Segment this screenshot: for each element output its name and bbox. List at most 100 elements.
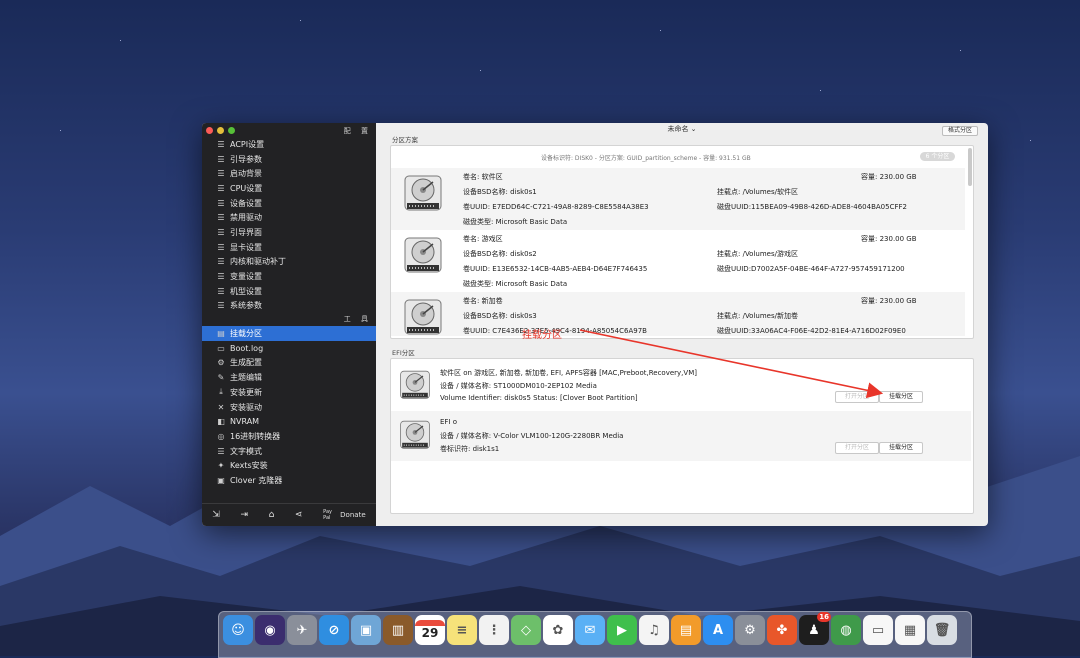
disk-icon: ▤: [217, 329, 225, 339]
sidebar-item[interactable]: ☰ 引导界面: [202, 225, 376, 240]
partitions-scrollbar[interactable]: [968, 148, 972, 186]
music-icon[interactable]: ♫: [639, 615, 669, 645]
title-bar: 未命名 ⌄ 格式分区: [376, 123, 988, 136]
sidebar-item[interactable]: ☰ 变量设置: [202, 269, 376, 284]
sidebar-item[interactable]: ☰ 引导参数: [202, 152, 376, 167]
open-partition-button[interactable]: 打开分区: [835, 442, 879, 454]
sidebar-item[interactable]: ☰ 内核和驱动补丁: [202, 255, 376, 270]
notes-icon[interactable]: ≡: [447, 615, 477, 645]
sidebar-item-label: 引导参数: [230, 154, 262, 164]
volume-card[interactable]: 卷名: 游戏区 容量: 230.00 GB 设备BSD名称: disk0s2 挂载点:…: [391, 230, 965, 292]
volume-name: 卷名: 软件区: [463, 173, 503, 181]
clover-icon[interactable]: ✤: [767, 615, 797, 645]
disk-uuid: 磁盘UUID:D7002A5F-04BE-464F-A727-957459171…: [717, 265, 905, 273]
document-icon[interactable]: ▭: [863, 615, 893, 645]
ball-icon[interactable]: ◍: [831, 615, 861, 645]
sidebar-item-label: 挂载分区: [230, 329, 262, 339]
sidebar-item[interactable]: ☰ ACPI设置: [202, 137, 376, 152]
sidebar-item-label: NVRAM: [230, 417, 260, 427]
sidebar-item[interactable]: ▤ 挂载分区: [202, 326, 376, 341]
close-button[interactable]: [206, 127, 213, 134]
volume-card[interactable]: 卷名: 软件区 容量: 230.00 GB 设备BSD名称: disk0s1 挂载点:…: [391, 168, 965, 230]
sidebar-item-label: 引导界面: [230, 227, 262, 237]
sidebar-item[interactable]: ✦ Kexts安装: [202, 458, 376, 473]
sidebar-item[interactable]: ✎ 主题编辑: [202, 370, 376, 385]
settings-icon[interactable]: ⚙: [735, 615, 765, 645]
text-icon: ☰: [217, 446, 225, 456]
finder-icon[interactable]: ☺: [223, 615, 253, 645]
appstore-icon[interactable]: A: [703, 615, 733, 645]
mount-partition-button[interactable]: 挂载分区: [879, 391, 923, 403]
volume-name: 卷名: 新加卷: [463, 297, 503, 305]
sidebar-item-label: 生成配置: [230, 358, 262, 368]
sidebar-item[interactable]: ✕ 安装驱动: [202, 400, 376, 415]
trash-icon[interactable]: 🗑: [927, 615, 957, 645]
sidebar-item[interactable]: ☰ CPU设置: [202, 181, 376, 196]
messages-icon[interactable]: ✉: [575, 615, 605, 645]
sidebar-item[interactable]: ▣ Clover 克隆器: [202, 473, 376, 488]
open-partition-button[interactable]: 打开分区: [835, 391, 879, 403]
sidebar-item[interactable]: ☰ 设备设置: [202, 196, 376, 211]
notebook-icon[interactable]: ▥: [383, 615, 413, 645]
donate-button[interactable]: Pay Pal Donate: [323, 509, 365, 521]
list-icon: ☰: [217, 213, 225, 223]
sidebar-item[interactable]: ◎ 16进制转换器: [202, 429, 376, 444]
export-icon[interactable]: ⇥: [240, 510, 248, 520]
sidebar-item[interactable]: ☰ 启动背景: [202, 166, 376, 181]
volume-bsd-name: 设备BSD名称: disk0s2: [463, 250, 537, 258]
sidebar-item[interactable]: ◧ NVRAM: [202, 414, 376, 429]
efi-panel: 软件区 on 游戏区, 新加卷, 新加卷, EFI, APFS容器 [MAC,P…: [390, 358, 974, 514]
home-icon[interactable]: ⌂: [269, 510, 275, 520]
preview-icon[interactable]: ▣: [351, 615, 381, 645]
sidebar-item[interactable]: ⤓ 安装更新: [202, 385, 376, 400]
launchpad-icon[interactable]: ✈: [287, 615, 317, 645]
sidebar-bottom-bar: ⇲ ⇥ ⌂ ⋖ Pay Pal Donate: [202, 503, 376, 526]
volume-bsd-name: 设备BSD名称: disk0s1: [463, 188, 537, 196]
minimize-button[interactable]: [217, 127, 224, 134]
calendar-icon[interactable]: 29: [415, 615, 445, 645]
books-icon[interactable]: ▤: [671, 615, 701, 645]
efi-card[interactable]: 软件区 on 游戏区, 新加卷, 新加卷, EFI, APFS容器 [MAC,P…: [391, 361, 971, 411]
sidebar-item[interactable]: ▭ Boot.log: [202, 341, 376, 356]
volume-card[interactable]: 卷名: 新加卷 容量: 230.00 GB 设备BSD名称: disk0s3 挂载点:…: [391, 292, 965, 336]
sidebar-item[interactable]: ☰ 系统参数: [202, 299, 376, 314]
window-title[interactable]: 未命名 ⌄: [667, 125, 696, 133]
share-icon[interactable]: ⋖: [295, 510, 303, 520]
device-info: 设备标识符: DISK0 - 分区方案: GUID_partition_sche…: [541, 155, 751, 162]
sidebar-item-label: 内核和驱动补丁: [230, 257, 286, 267]
zoom-button[interactable]: [228, 127, 235, 134]
volume-capacity: 容量: 230.00 GB: [861, 173, 917, 181]
disk-uuid: 磁盘UUID:115BEA09-49B8-426D-ADE8-4604BA05C…: [717, 203, 907, 211]
mount-partition-button[interactable]: 挂载分区: [879, 442, 923, 454]
siri-icon[interactable]: ◉: [255, 615, 285, 645]
config-section-header: 配 置: [343, 127, 372, 135]
list-icon: ☰: [217, 183, 225, 193]
volume-type: 磁盘类型: Microsoft Basic Data: [463, 280, 568, 288]
format-partition-button[interactable]: 格式分区: [942, 126, 978, 136]
sidebar-item-label: 显卡设置: [230, 242, 262, 252]
facetime-icon[interactable]: ▶: [607, 615, 637, 645]
photos-icon[interactable]: ✿: [543, 615, 573, 645]
sidebar-item[interactable]: ⚙ 生成配置: [202, 356, 376, 371]
sidebar-item[interactable]: ☰ 文字模式: [202, 444, 376, 459]
efi-media-name: 设备 / 媒体名称: V-Color VLM100-120G-2280BR Me…: [440, 432, 624, 440]
efi-card[interactable]: EFI o 设备 / 媒体名称: V-Color VLM100-120G-2280…: [391, 411, 971, 461]
maps-icon[interactable]: ◇: [511, 615, 541, 645]
sidebar-item-label: Clover 克隆器: [230, 475, 283, 485]
list-icon: ☰: [217, 169, 225, 179]
sidebar-item-label: 安装驱动: [230, 402, 262, 412]
qq-icon[interactable]: ♟ 16: [799, 612, 831, 645]
import-icon[interactable]: ⇲: [212, 510, 220, 520]
clover-configurator-window: 配 置 ☰ ACPI设置 ☰ 引导参数 ☰ 启动背景 ☰ CPU设置 ☰ 设备设置 ☰ 禁用驱动 ☰ 引导…: [202, 123, 988, 526]
safari-icon[interactable]: ⊘: [319, 615, 349, 645]
efi-identifier: Volume Identifier: disk0s5 Status: [Clov…: [440, 394, 638, 402]
hard-drive-icon: [403, 296, 443, 336]
sidebar-item[interactable]: ☰ 禁用驱动: [202, 210, 376, 225]
calendar-day: 29: [421, 626, 439, 640]
sidebar-list: ☰ ACPI设置 ☰ 引导参数 ☰ 启动背景 ☰ CPU设置 ☰ 设备设置 ☰ 禁用驱动 ☰ 引导界面 ☰ 显…: [202, 137, 376, 488]
screenshot-icon[interactable]: ▦: [895, 615, 925, 645]
list-icon: ☰: [217, 286, 225, 296]
sidebar-item[interactable]: ☰ 显卡设置: [202, 240, 376, 255]
sidebar-item[interactable]: ☰ 机型设置: [202, 284, 376, 299]
reminders-icon[interactable]: ⋮: [479, 615, 509, 645]
